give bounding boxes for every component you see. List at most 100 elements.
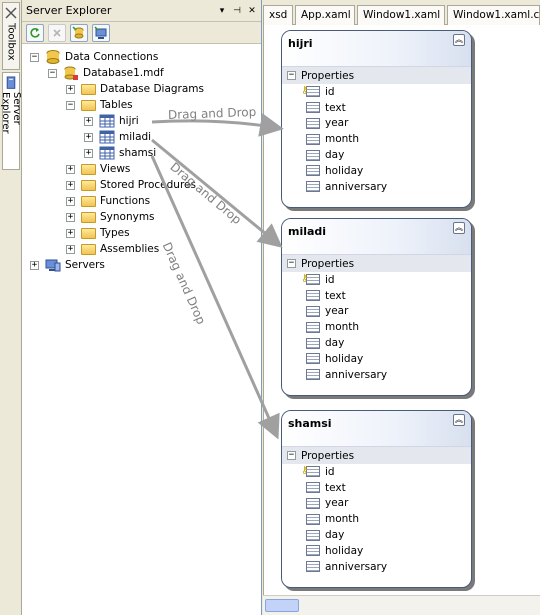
connect-to-server-button[interactable]: [92, 23, 110, 42]
tree-node-views[interactable]: + Views: [22, 161, 261, 177]
property-name: anniversary: [325, 560, 388, 573]
property-name: year: [325, 305, 349, 318]
chevrons-up-icon[interactable]: ︽: [453, 414, 465, 426]
tree-node-data-connections[interactable]: − Data Connections: [22, 49, 261, 65]
horizontal-scrollbar[interactable]: [263, 595, 540, 615]
property-row[interactable]: holiday: [282, 163, 471, 179]
property-icon: [306, 497, 320, 509]
property-icon: ⚷: [301, 273, 320, 286]
designer-canvas[interactable]: hijri ︽ − Properties ⚷ id text year month…: [263, 25, 540, 595]
expand-icon[interactable]: +: [66, 196, 75, 206]
property-row[interactable]: text: [282, 288, 471, 304]
property-row[interactable]: year: [282, 496, 471, 512]
collapse-icon[interactable]: −: [287, 71, 296, 80]
tab-xsd[interactable]: xsd: [263, 5, 293, 25]
tree-label: shamsi: [119, 147, 157, 159]
property-row[interactable]: year: [282, 116, 471, 132]
stop-button[interactable]: [48, 23, 66, 42]
property-row[interactable]: month: [282, 319, 471, 335]
expand-icon[interactable]: +: [66, 180, 75, 190]
key-icon: ⚷: [301, 465, 309, 477]
server-explorer-tab[interactable]: Server Explorer: [0, 72, 22, 170]
property-name: text: [325, 481, 346, 494]
expand-icon[interactable]: +: [66, 228, 75, 238]
property-row[interactable]: ⚷ id: [282, 84, 471, 100]
property-row[interactable]: anniversary: [282, 559, 471, 575]
entity-miladi[interactable]: miladi ︽ − Properties ⚷ id text year mont…: [281, 218, 472, 396]
expand-icon[interactable]: +: [66, 212, 75, 222]
panel-titlebar: Server Explorer ▾ ⊣ ✕: [22, 0, 261, 22]
property-row[interactable]: holiday: [282, 543, 471, 559]
property-name: month: [325, 513, 360, 526]
expand-icon[interactable]: +: [66, 244, 75, 254]
folder-icon: [81, 243, 96, 255]
property-row[interactable]: day: [282, 147, 471, 163]
property-icon: [306, 353, 320, 365]
expand-icon[interactable]: +: [84, 132, 93, 142]
auto-hide-pin-icon[interactable]: ⊣: [231, 5, 243, 17]
property-icon: [306, 545, 320, 557]
refresh-button[interactable]: [26, 23, 44, 42]
expand-icon[interactable]: +: [84, 148, 93, 158]
tree-label: Database1.mdf: [83, 67, 164, 79]
connect-to-database-button[interactable]: [70, 23, 88, 42]
tree-node-table-miladi[interactable]: + miladi: [22, 129, 261, 145]
tab-window1-xaml[interactable]: Window1.xaml: [357, 5, 445, 25]
side-tool-strip: Toolbox Server Explorer: [0, 0, 22, 615]
tree-node-stored-procedures[interactable]: + Stored Procedures: [22, 177, 261, 193]
collapse-icon[interactable]: −: [66, 100, 75, 110]
tab-app-xaml[interactable]: App.xaml: [295, 5, 355, 25]
tree-node-database-diagrams[interactable]: + Database Diagrams: [22, 81, 261, 97]
tree-node-servers[interactable]: + Servers: [22, 257, 261, 273]
property-icon: [306, 561, 320, 573]
property-row[interactable]: month: [282, 131, 471, 147]
tree-node-types[interactable]: + Types: [22, 225, 261, 241]
tree-node-assemblies[interactable]: + Assemblies: [22, 241, 261, 257]
property-row[interactable]: ⚷ id: [282, 464, 471, 480]
property-row[interactable]: ⚷ id: [282, 272, 471, 288]
folder-icon: [81, 99, 96, 111]
property-row[interactable]: anniversary: [282, 179, 471, 195]
properties-section[interactable]: − Properties: [282, 67, 471, 84]
folder-icon: [81, 227, 96, 239]
tree-node-table-shamsi[interactable]: + shamsi: [22, 145, 261, 161]
property-icon: ⚷: [301, 85, 320, 98]
close-icon[interactable]: ✕: [246, 5, 258, 17]
tab-window1-xaml-cs[interactable]: Window1.xaml.cs: [447, 5, 540, 25]
properties-section[interactable]: − Properties: [282, 447, 471, 464]
chevrons-up-icon[interactable]: ︽: [453, 222, 465, 234]
entity-header: miladi ︽: [282, 219, 471, 255]
collapse-icon[interactable]: −: [287, 451, 296, 460]
expand-icon[interactable]: +: [66, 164, 75, 174]
chevrons-up-icon[interactable]: ︽: [453, 34, 465, 46]
entity-header: hijri ︽: [282, 31, 471, 67]
servers-icon: [45, 259, 61, 272]
window-position-dropdown-icon[interactable]: ▾: [216, 5, 228, 17]
property-row[interactable]: text: [282, 480, 471, 496]
property-icon: [306, 165, 320, 177]
expand-icon[interactable]: +: [66, 84, 75, 94]
property-icon: [306, 529, 320, 541]
scrollbar-thumb[interactable]: [265, 599, 299, 612]
collapse-icon[interactable]: −: [48, 68, 57, 78]
collapse-icon[interactable]: −: [287, 259, 296, 268]
entity-hijri[interactable]: hijri ︽ − Properties ⚷ id text year month…: [281, 30, 472, 208]
expand-icon[interactable]: +: [84, 116, 93, 126]
folder-icon: [81, 83, 96, 95]
expand-icon[interactable]: +: [30, 260, 39, 270]
property-name: year: [325, 497, 349, 510]
property-row[interactable]: holiday: [282, 351, 471, 367]
property-row[interactable]: day: [282, 335, 471, 351]
collapse-icon[interactable]: −: [30, 52, 39, 62]
properties-section[interactable]: − Properties: [282, 255, 471, 272]
property-name: anniversary: [325, 180, 388, 193]
property-row[interactable]: month: [282, 511, 471, 527]
property-row[interactable]: day: [282, 527, 471, 543]
entity-shamsi[interactable]: shamsi ︽ − Properties ⚷ id text year mont…: [281, 410, 472, 588]
tree-node-database[interactable]: − Database1.mdf: [22, 65, 261, 81]
toolbox-tab[interactable]: Toolbox: [2, 2, 20, 70]
property-row[interactable]: anniversary: [282, 367, 471, 383]
entity-name: hijri: [288, 37, 313, 50]
property-row[interactable]: year: [282, 304, 471, 320]
property-row[interactable]: text: [282, 100, 471, 116]
